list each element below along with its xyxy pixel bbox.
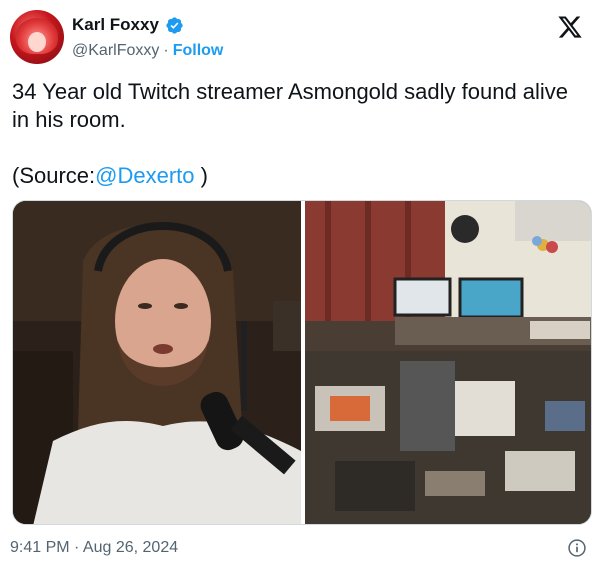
avatar[interactable]: [10, 10, 64, 64]
tweet-line: 34 Year old Twitch streamer Asmongold sa…: [12, 79, 569, 132]
photo-streamer-illustration: [13, 201, 301, 524]
line-spacer: [12, 134, 581, 162]
tweet-footer: 9:41 PM · Aug 26, 2024: [10, 536, 587, 560]
handle-separator: ·: [163, 42, 169, 59]
mention-link[interactable]: @Dexerto: [95, 163, 194, 188]
follow-button[interactable]: Follow: [173, 42, 224, 60]
tweet-text: 34 Year old Twitch streamer Asmongold sa…: [12, 78, 581, 190]
source-prefix: (Source:: [12, 163, 96, 188]
media-grid: [12, 200, 592, 525]
photo-room[interactable]: [305, 201, 591, 524]
photo-streamer[interactable]: [13, 201, 301, 524]
tweet-header: Karl Foxxy @KarlFoxxy · Follow: [10, 10, 587, 66]
tweet-timestamp[interactable]: 9:41 PM · Aug 26, 2024: [10, 539, 178, 557]
author-handle-row: @KarlFoxxy · Follow: [72, 42, 223, 60]
author-name-row: Karl Foxxy: [72, 15, 184, 35]
source-suffix: ): [194, 163, 208, 188]
author-display-name[interactable]: Karl Foxxy: [72, 15, 159, 35]
author-handle[interactable]: @KarlFoxxy: [72, 42, 159, 60]
avatar-face: [28, 32, 46, 52]
verified-badge-icon: [166, 16, 183, 34]
info-icon[interactable]: [567, 538, 587, 558]
photo-room-illustration: [305, 201, 591, 524]
tweet-card: Karl Foxxy @KarlFoxxy · Follow 34 Year o…: [0, 0, 597, 572]
tweet-source-line: (Source:@Dexerto ): [12, 162, 581, 190]
x-logo-icon[interactable]: [557, 14, 583, 40]
